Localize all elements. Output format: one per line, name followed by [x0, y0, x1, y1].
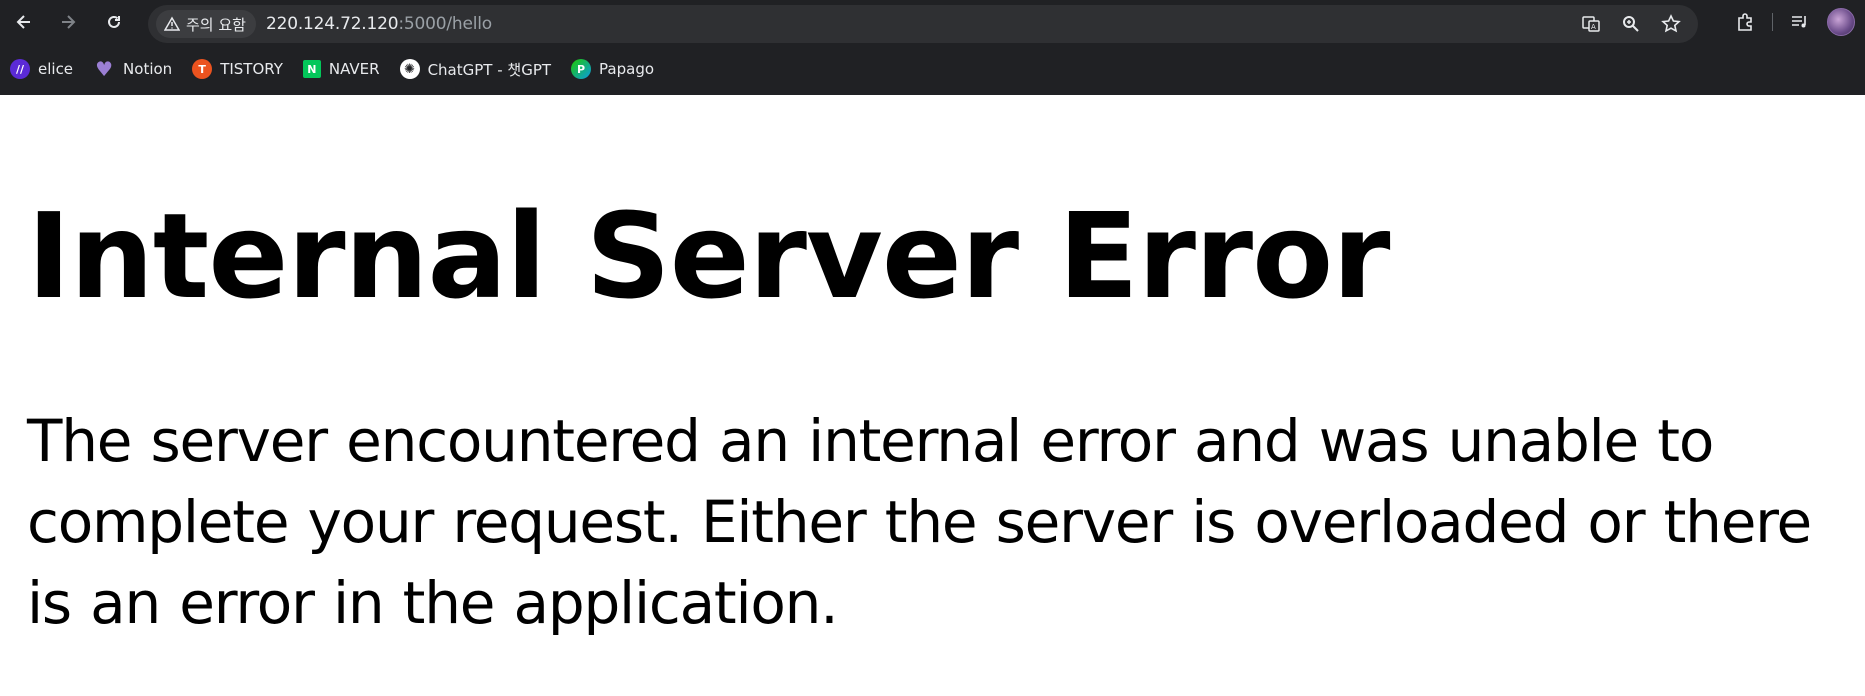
profile-avatar[interactable] [1827, 8, 1855, 36]
bookmark-elice[interactable]: // elice [10, 54, 83, 84]
elice-icon: // [10, 59, 30, 79]
bookmark-tistory[interactable]: T TISTORY [192, 54, 293, 84]
bookmark-chatgpt[interactable]: ✺ ChatGPT - 챗GPT [399, 54, 561, 84]
bookmark-label: NAVER [328, 60, 380, 78]
naver-icon: N [302, 60, 321, 78]
extensions-icon [1738, 13, 1752, 31]
reload-button[interactable] [98, 6, 130, 38]
bookmark-label: ChatGPT - 챗GPT [427, 60, 552, 79]
zoom-icon [1623, 16, 1639, 32]
bookmark-label: TISTORY [220, 60, 283, 78]
translate-icon: A [1582, 16, 1600, 32]
bookmarks-bar: // elice ♥ Notion T TISTORY N NAVER ✺ Ch… [10, 54, 674, 84]
url-host: 220.124.72.120 [265, 14, 399, 34]
toolbar-right [1732, 6, 1855, 38]
page-title: Internal Server Error [27, 187, 1390, 325]
error-message: The server encountered an internal error… [27, 407, 1812, 637]
bookmark-label: elice [38, 60, 74, 78]
browser-toolbar: 주의 요함 220.124.72.120:5000/hello A [0, 0, 1865, 44]
extensions-button[interactable] [1732, 9, 1758, 35]
url-path: :5000/hello [398, 14, 492, 34]
bookmark-star-button[interactable] [1658, 11, 1684, 37]
back-button[interactable] [8, 6, 40, 38]
bookmark-notion[interactable]: ♥ Notion [93, 54, 182, 84]
omnibox-actions: A [1578, 5, 1684, 43]
translate-button[interactable]: A [1578, 11, 1604, 37]
security-chip[interactable]: 주의 요함 [156, 10, 256, 38]
url-text[interactable]: 220.124.72.120:5000/hello [266, 14, 492, 34]
heart-icon: ♥ [95, 57, 114, 81]
back-icon [16, 15, 30, 29]
papago-icon: P [571, 59, 592, 79]
tistory-icon: T [192, 59, 213, 79]
zoom-button[interactable] [1618, 11, 1644, 37]
svg-text:A: A [1591, 23, 1596, 31]
browser-chrome: 주의 요함 220.124.72.120:5000/hello A // eli… [0, 0, 1865, 95]
forward-button[interactable] [52, 6, 84, 38]
reload-icon [108, 15, 120, 28]
star-icon [1661, 14, 1681, 33]
chatgpt-icon: ✺ [399, 59, 420, 79]
page-content: Internal Server Error The server encount… [0, 95, 1865, 644]
forward-icon [62, 15, 76, 29]
reading-list-icon [1792, 16, 1806, 28]
toolbar-divider [1772, 13, 1773, 31]
security-label: 주의 요함 [186, 15, 246, 34]
reading-list-button[interactable] [1787, 9, 1813, 35]
bookmark-label: Notion [123, 60, 173, 78]
bookmark-naver[interactable]: N NAVER [302, 54, 390, 84]
warning-icon [164, 16, 180, 31]
address-bar[interactable]: 주의 요함 220.124.72.120:5000/hello A [148, 5, 1698, 43]
bookmark-papago[interactable]: P Papago [571, 54, 664, 84]
bookmark-label: Papago [599, 60, 655, 78]
